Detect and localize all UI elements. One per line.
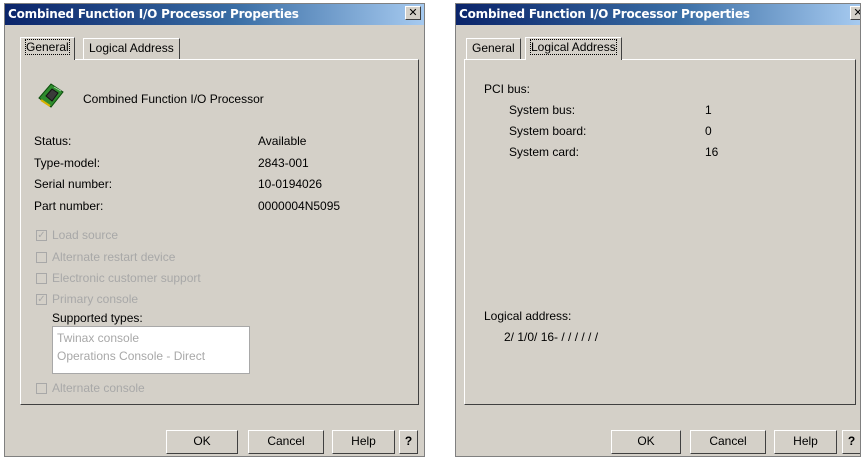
status-label: Status: xyxy=(34,134,72,148)
tab-general[interactable]: General xyxy=(466,38,521,59)
serial-number-label: Serial number: xyxy=(34,177,113,191)
type-model-label: Type-model: xyxy=(34,156,101,170)
alternate-console-label: Alternate console xyxy=(52,381,145,395)
tab-logical-address[interactable]: Logical Address xyxy=(83,38,180,59)
alternate-console-checkbox[interactable] xyxy=(36,383,47,394)
load-source-label: Load source xyxy=(52,228,119,242)
ok-button[interactable]: OK xyxy=(611,430,681,454)
dialog-title: Combined Function I/O Processor Properti… xyxy=(459,7,750,21)
electronic-support-checkbox[interactable] xyxy=(36,273,47,284)
primary-console-label: Primary console xyxy=(52,292,139,306)
cancel-button[interactable]: Cancel xyxy=(248,430,324,454)
system-bus-value: 1 xyxy=(705,103,712,117)
serial-number-value: 10-0194026 xyxy=(258,177,323,191)
whats-this-button[interactable]: ? xyxy=(842,430,860,454)
dialog-title: Combined Function I/O Processor Properti… xyxy=(8,7,299,21)
electronic-support-label: Electronic customer support xyxy=(52,271,201,285)
alternate-restart-label: Alternate restart device xyxy=(52,250,176,264)
part-number-label: Part number: xyxy=(34,199,104,213)
alternate-restart-checkbox[interactable] xyxy=(36,252,47,263)
cancel-button[interactable]: Cancel xyxy=(690,430,766,454)
close-icon: ✕ xyxy=(408,7,418,19)
logical-address-value: 2/ 1/0/ 16- / / / / / / xyxy=(504,330,599,344)
help-button[interactable]: Help xyxy=(774,430,837,454)
ok-button[interactable]: OK xyxy=(166,430,238,454)
primary-console-checkbox[interactable]: ✓ xyxy=(36,294,47,305)
system-bus-label: System bus: xyxy=(509,103,576,117)
tab-general-label: General xyxy=(472,41,515,55)
close-button[interactable]: ✕ xyxy=(405,6,421,20)
close-icon: ✕ xyxy=(853,7,860,19)
tab-general-label: General xyxy=(25,39,70,55)
properties-dialog-general: Combined Function I/O Processor Properti… xyxy=(4,3,425,457)
list-item: Operations Console - Direct xyxy=(57,349,206,363)
type-model-value: 2843-001 xyxy=(258,156,309,170)
processor-card-icon xyxy=(38,83,64,108)
tab-logical-address[interactable]: Logical Address xyxy=(525,37,622,60)
device-name: Combined Function I/O Processor xyxy=(83,92,264,106)
load-source-checkbox[interactable]: ✓ xyxy=(36,230,47,241)
status-value: Available xyxy=(258,134,307,148)
list-item: Twinax console xyxy=(57,331,140,345)
supported-types-list[interactable]: Twinax console Operations Console - Dire… xyxy=(52,326,250,374)
supported-types-label: Supported types: xyxy=(52,311,143,325)
logical-address-label: Logical address: xyxy=(484,309,572,323)
pci-bus-label: PCI bus: xyxy=(484,82,531,96)
tab-logical-address-label: Logical Address xyxy=(530,39,617,55)
system-board-value: 0 xyxy=(705,124,712,138)
title-bar[interactable]: Combined Function I/O Processor Properti… xyxy=(5,4,424,25)
properties-dialog-logical-address: Combined Function I/O Processor Properti… xyxy=(455,3,861,457)
tab-logical-address-label: Logical Address xyxy=(89,41,174,55)
tab-general[interactable]: General xyxy=(20,37,75,60)
close-button[interactable]: ✕ xyxy=(850,6,860,20)
system-card-value: 16 xyxy=(705,145,719,159)
title-bar[interactable]: Combined Function I/O Processor Properti… xyxy=(456,4,860,25)
help-button[interactable]: Help xyxy=(332,430,395,454)
whats-this-button[interactable]: ? xyxy=(399,430,418,454)
system-board-label: System board: xyxy=(509,124,587,138)
system-card-label: System card: xyxy=(509,145,580,159)
part-number-value: 0000004N5095 xyxy=(258,199,341,213)
